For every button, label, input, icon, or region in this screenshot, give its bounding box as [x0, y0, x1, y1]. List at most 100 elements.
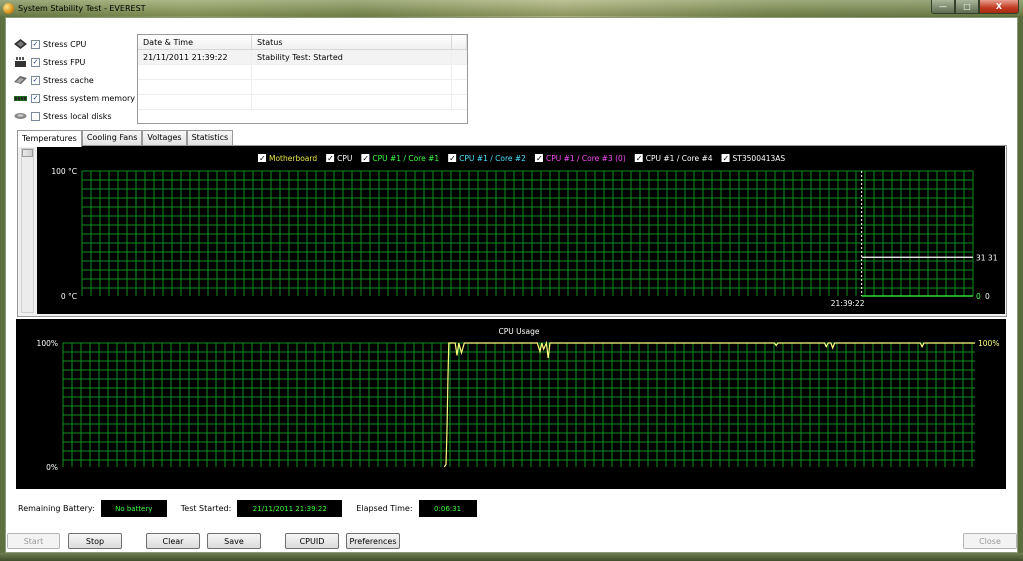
y-tick-label-min: 0 °C: [61, 292, 77, 301]
log-cell-empty: [252, 95, 452, 109]
stress-option-memory[interactable]: ✓ Stress system memory: [14, 89, 135, 107]
log-header: Date & Time Status: [138, 35, 467, 50]
temperature-chart: ✓ Motherboard ✓ CPU ✓ CPU #1 / Core #1 ✓ CPU #1…: [51, 154, 998, 308]
window-client-area: ✓ Stress CPU ✓ Stress FPU ✓ Stress cache…: [6, 18, 1017, 552]
log-cell-empty: [138, 80, 252, 94]
y-tick-label-max: 100 °C: [51, 167, 77, 176]
cpu-usage-chart-panel: CPU Usage 100% 0% 100%: [16, 319, 1006, 489]
battery-value: No battery: [100, 500, 167, 517]
log-cell-filler: [452, 50, 467, 64]
legend-check-5: ✓: [636, 154, 643, 163]
temperature-chart-panel: ✓ Motherboard ✓ CPU ✓ CPU #1 / Core #1 ✓ CPU #1…: [37, 146, 1005, 314]
stress-option-disks[interactable]: Stress local disks: [14, 107, 135, 125]
legend-item-5: CPU #1 / Core #4: [646, 154, 713, 163]
right-label-low-green: 0: [976, 292, 981, 301]
maximize-button[interactable]: □: [955, 0, 979, 14]
minimize-button[interactable]: —: [931, 0, 955, 14]
right-label-current: 100%: [978, 339, 999, 348]
fpu-icon: [15, 57, 26, 67]
cpuid-button[interactable]: CPUID: [285, 533, 339, 549]
test-started-label: Test Started:: [180, 504, 232, 513]
stress-option-cache[interactable]: ✓ Stress cache: [14, 71, 135, 89]
start-button[interactable]: Start: [7, 533, 60, 549]
legend-item-0: Motherboard: [269, 154, 317, 163]
log-cell-status: Stability Test: Started: [252, 50, 452, 64]
right-label-high: 31 31: [976, 253, 998, 262]
status-row: Remaining Battery: No battery Test Start…: [18, 500, 477, 517]
log-cell-empty: [252, 65, 452, 79]
legend-item-1: CPU: [337, 154, 352, 163]
stress-option-fpu[interactable]: ✓ Stress FPU: [14, 53, 135, 71]
stress-options: ✓ Stress CPU ✓ Stress FPU ✓ Stress cache…: [14, 35, 135, 125]
history-scrollbar[interactable]: [21, 148, 34, 313]
chart-tabs: Temperatures Cooling Fans Voltages Stati…: [17, 130, 234, 147]
stop-button[interactable]: Stop: [68, 533, 122, 549]
tab-cooling-fans[interactable]: Cooling Fans: [81, 130, 143, 146]
cpu-usage-chart: CPU Usage 100% 0% 100%: [37, 327, 1000, 472]
taskbar: [0, 553, 1023, 561]
table-row[interactable]: 21/11/2011 21:39:22 Stability Test: Star…: [138, 50, 467, 65]
stress-memory-label: Stress system memory: [43, 93, 136, 103]
log-cell-datetime: 21/11/2011 21:39:22: [138, 50, 252, 64]
log-column-status[interactable]: Status: [252, 35, 452, 49]
tab-statistics[interactable]: Statistics: [186, 130, 234, 146]
stress-cpu-label: Stress CPU: [43, 39, 87, 49]
tab-voltages[interactable]: Voltages: [142, 130, 187, 146]
legend-item-3: CPU #1 / Core #2: [459, 154, 526, 163]
stress-option-cpu[interactable]: ✓ Stress CPU: [14, 35, 135, 53]
window-controls: — □ X: [931, 0, 1019, 14]
log-cell-empty: [138, 95, 252, 109]
table-row: [138, 80, 467, 95]
cpu-usage-series-line: [443, 340, 975, 468]
save-button[interactable]: Save: [207, 533, 261, 549]
close-window-button[interactable]: X: [979, 0, 1019, 14]
elapsed-time-label: Elapsed Time:: [356, 504, 413, 513]
log-column-datetime[interactable]: Date & Time: [138, 35, 252, 49]
stress-disks-checkbox[interactable]: [31, 111, 40, 121]
chart-title: CPU Usage: [498, 327, 539, 336]
legend-item-4: CPU #1 / Core #3 (0): [546, 154, 626, 163]
legend-item-2: CPU #1 / Core #1: [372, 154, 439, 163]
everest-app-icon: [3, 2, 14, 14]
stress-cpu-checkbox[interactable]: ✓: [31, 39, 40, 49]
stress-memory-checkbox[interactable]: ✓: [31, 93, 40, 103]
battery-label: Remaining Battery:: [18, 504, 95, 513]
stress-disks-label: Stress local disks: [43, 111, 112, 121]
elapsed-time-value: 0:06:31: [418, 500, 477, 517]
x-tick-label: 21:39:22: [831, 299, 865, 308]
cpu-usage-grid: [62, 342, 975, 467]
preferences-button[interactable]: Preferences: [346, 533, 400, 549]
main-window: ✓ Stress CPU ✓ Stress FPU ✓ Stress cache…: [5, 17, 1018, 553]
legend-check-4: ✓: [536, 154, 543, 163]
stress-fpu-checkbox[interactable]: ✓: [31, 57, 40, 67]
test-log-table[interactable]: Date & Time Status 21/11/2011 21:39:22 S…: [137, 34, 468, 124]
table-row: [138, 95, 467, 110]
memory-icon: [14, 96, 27, 101]
y-tick-label-min: 0%: [46, 463, 58, 472]
close-button[interactable]: Close: [963, 533, 1017, 549]
legend-item-6: ST3500413AS: [733, 154, 786, 163]
stress-cache-label: Stress cache: [43, 75, 94, 85]
button-bar: Start Stop Clear Save CPUID Preferences …: [6, 533, 1017, 552]
log-column-filler: [452, 35, 467, 49]
legend-check-2: ✓: [362, 154, 369, 163]
right-label-low-white: 0: [985, 292, 990, 301]
scrollbar-thumb[interactable]: [22, 149, 33, 157]
cache-icon: [14, 76, 27, 84]
window-title: System Stability Test - EVEREST: [18, 3, 146, 13]
y-tick-label-max: 100%: [37, 339, 58, 348]
stress-cache-checkbox[interactable]: ✓: [31, 75, 40, 85]
cpu-icon: [14, 39, 27, 49]
stress-fpu-label: Stress FPU: [43, 57, 86, 67]
title-bar[interactable]: System Stability Test - EVEREST — □ X: [0, 0, 1023, 16]
log-cell-empty: [252, 80, 452, 94]
legend-check-1: ✓: [327, 154, 334, 163]
legend-check-0: ✓: [259, 154, 266, 163]
table-row: [138, 65, 467, 80]
legend-check-3: ✓: [449, 154, 456, 163]
log-cell-empty: [138, 65, 252, 79]
disk-icon: [14, 113, 27, 119]
tab-temperatures[interactable]: Temperatures: [17, 130, 82, 147]
temperature-grid: [81, 170, 974, 296]
clear-button[interactable]: Clear: [146, 533, 200, 549]
